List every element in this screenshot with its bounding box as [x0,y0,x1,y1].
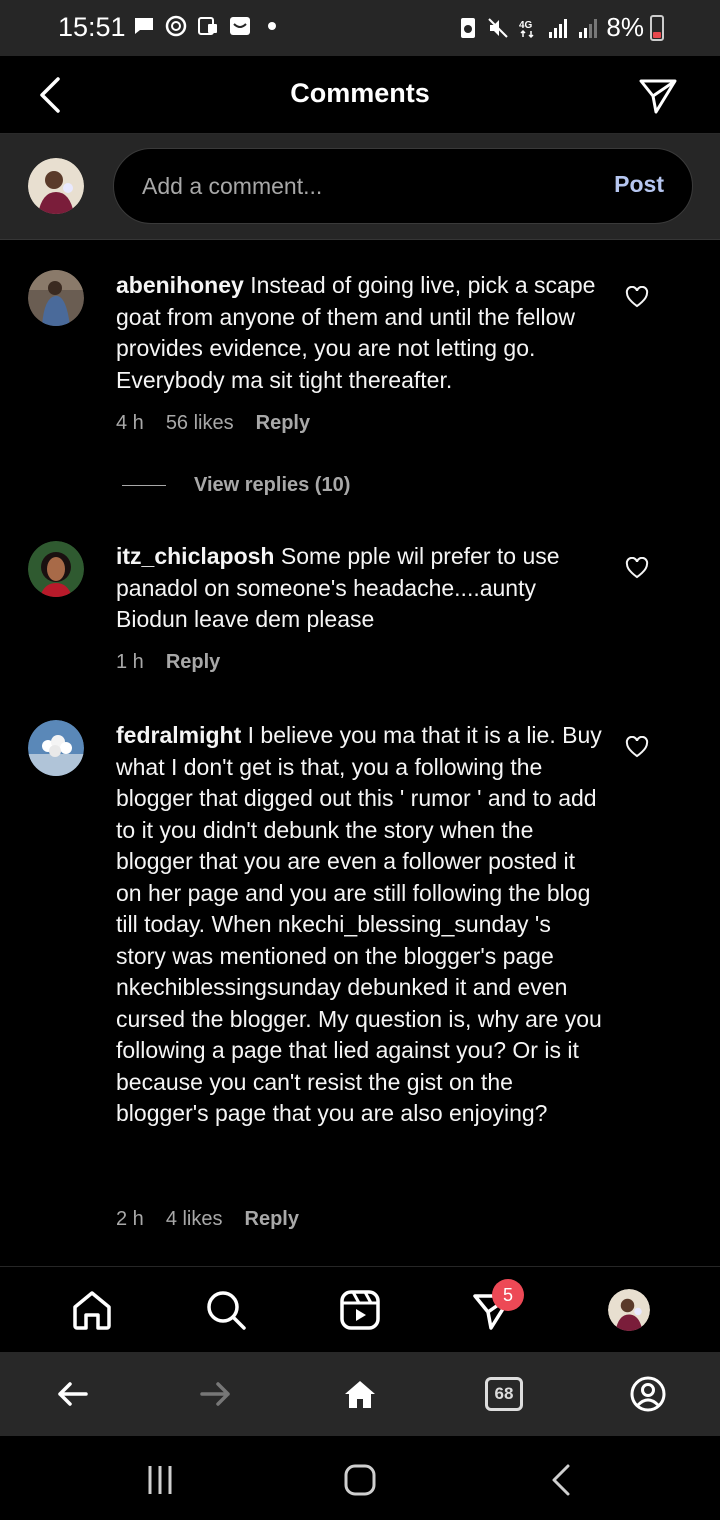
arrow-left-icon [58,1382,88,1406]
comment-meta: 4 h 56 likes Reply [116,412,310,435]
comment-text: abenihoney Instead of going live, pick a… [116,270,606,396]
recent-apps-button[interactable] [140,1460,180,1500]
reels-icon [340,1290,380,1330]
comment-time: 4 h [116,412,144,434]
status-bar: 15:51 4G 8% [0,0,720,56]
heart-icon [625,557,649,579]
send-icon [639,79,677,114]
bottom-navigation: 5 [0,1266,720,1352]
mail-icon [228,14,252,38]
avatar[interactable] [28,270,84,326]
share-button[interactable] [636,74,680,118]
clipboard-icon [196,14,220,38]
like-button[interactable] [624,284,650,310]
account-icon [630,1376,666,1412]
reply-button[interactable]: Reply [256,412,310,435]
avatar[interactable] [28,720,84,776]
nav-reels[interactable] [337,1287,383,1333]
status-notification-icons [132,14,284,38]
system-home-button[interactable] [340,1460,380,1500]
avatar[interactable] [28,158,84,214]
browser-forward-button[interactable] [194,1372,238,1416]
reply-button[interactable]: Reply [245,1208,299,1231]
4g-icon: 4G [516,16,540,40]
comment-time: 2 h [116,1208,144,1230]
nav-search[interactable] [203,1287,249,1333]
browser-tabs-button[interactable]: 68 [482,1372,526,1416]
view-replies-button[interactable]: View replies (10) [122,474,350,497]
comment-time: 1 h [116,651,144,673]
comment-username[interactable]: fedralmight [116,722,241,748]
comment-text: itz_chiclaposh Some pple wil prefer to u… [116,541,606,636]
signal-icon-2 [576,16,600,40]
tabs-count: 68 [485,1377,523,1411]
profile-avatar[interactable] [608,1289,650,1331]
status-time: 15:51 [58,12,126,42]
comment-input-box[interactable]: Post [113,148,693,224]
page-title: Comments [290,78,430,108]
reply-button[interactable]: Reply [166,651,220,674]
divider [122,485,166,486]
recents-icon [148,1466,172,1494]
notification-badge: 5 [492,1279,524,1311]
comment-input[interactable] [142,149,582,223]
status-system-icons: 4G 8% [456,12,664,43]
arrow-right-icon [200,1382,230,1406]
home-filled-icon [345,1381,375,1408]
like-button[interactable] [624,555,650,581]
home-outline-icon [344,1464,376,1496]
post-button[interactable]: Post [614,171,664,198]
comment-meta: 1 h Reply [116,651,220,674]
svg-text:4G: 4G [519,20,533,31]
system-navigation [0,1436,720,1520]
view-replies-label: View replies (10) [194,474,351,496]
nav-home[interactable] [69,1287,115,1333]
browser-home-button[interactable] [338,1372,382,1416]
activity-icon [164,14,188,38]
like-button[interactable] [624,734,650,760]
comment-likes[interactable]: 56 likes [166,412,234,435]
dot-icon [260,14,284,38]
system-back-button[interactable] [542,1460,582,1500]
comment-list[interactable]: abenihoney Instead of going live, pick a… [0,240,720,1266]
browser-back-button[interactable] [50,1372,94,1416]
search-icon [207,1291,246,1330]
nav-direct[interactable]: 5 [470,1279,524,1333]
home-icon [73,1291,111,1330]
chevron-left-icon [552,1464,570,1496]
heart-icon [625,736,649,758]
chat-icon [132,14,156,38]
header: Comments [0,56,720,134]
battery-icon [650,14,664,41]
comment-username[interactable]: itz_chiclaposh [116,543,274,569]
comment-likes[interactable]: 4 likes [166,1208,223,1231]
recycle-icon [456,16,480,40]
comment-content: I believe you ma that it is a lie. Buy w… [116,722,602,1126]
browser-account-button[interactable] [626,1372,670,1416]
heart-icon [625,286,649,308]
comment-composer: Post [0,134,720,240]
mute-icon [486,16,510,40]
comment-text: fedralmight I believe you ma that it is … [116,720,606,1130]
avatar[interactable] [28,541,84,597]
browser-toolbar: 68 [0,1352,720,1436]
comment-meta: 2 h 4 likes Reply [116,1208,299,1231]
signal-icon [546,16,570,40]
comment-username[interactable]: abenihoney [116,272,244,298]
battery-percent: 8% [606,12,644,42]
